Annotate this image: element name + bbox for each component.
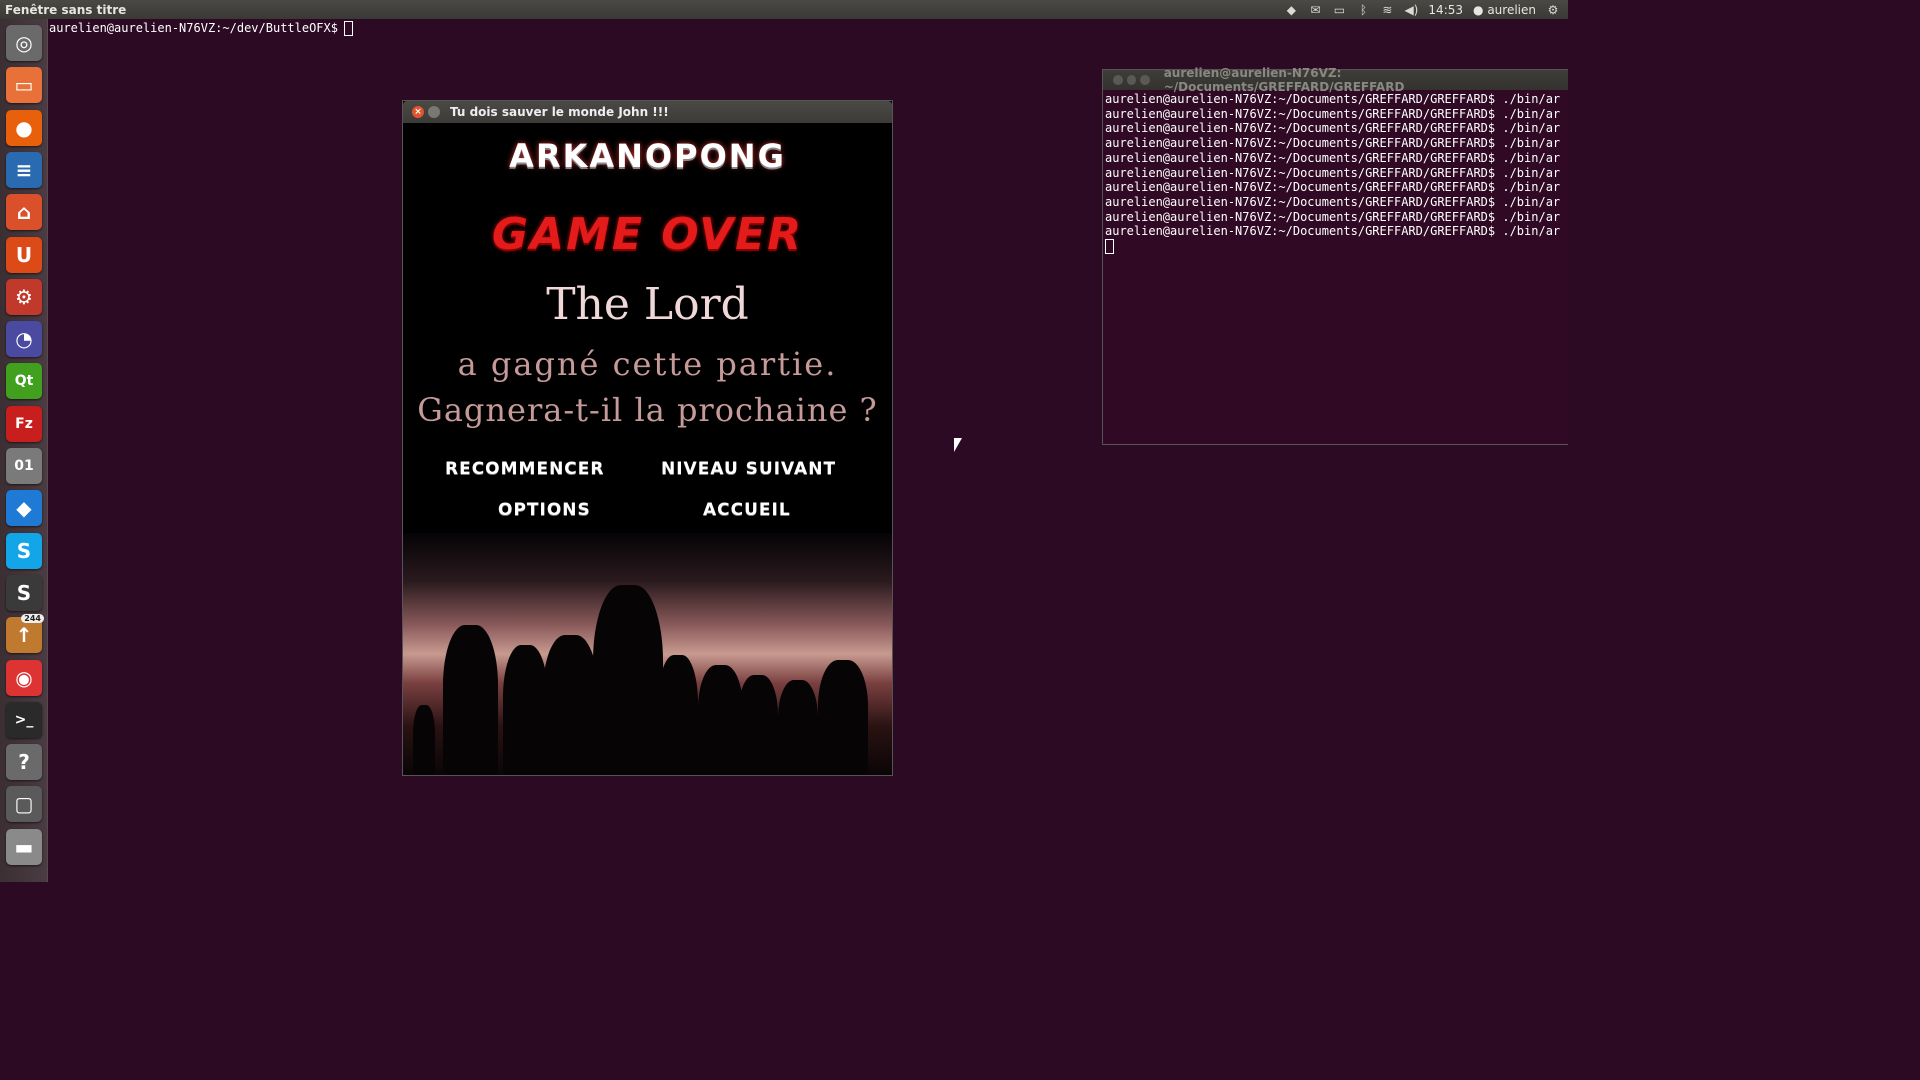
terminal-line: aurelien@aurelien-N76VZ:~/Documents/GREF…	[1105, 180, 1561, 195]
winner-name: The Lord	[546, 279, 749, 330]
help-icon[interactable]: ?	[6, 744, 42, 781]
dropbox-icon[interactable]: ◆	[6, 490, 42, 527]
user-name: aurelien	[1487, 2, 1536, 17]
bluetooth-icon[interactable]: ᛒ	[1356, 3, 1370, 17]
system-settings-icon[interactable]: ⚙	[6, 278, 42, 315]
next-level-button[interactable]: NIVEAU SUIVANT	[661, 459, 836, 479]
terminal-line: aurelien@aurelien-N76VZ:~/Documents/GREF…	[1105, 136, 1561, 151]
terminal-cursor	[1105, 239, 1114, 255]
qt-creator-icon[interactable]: Qt	[6, 363, 42, 400]
user-icon: ●	[1473, 2, 1484, 17]
mouse-cursor-icon	[954, 438, 962, 452]
chrome-icon[interactable]: ◉	[6, 659, 42, 696]
terminal-line: aurelien@aurelien-N76VZ:~/Documents/GREF…	[1105, 224, 1561, 239]
terminal-icon[interactable]: >_	[6, 701, 42, 738]
figure-silhouette	[503, 645, 548, 775]
firefox-icon[interactable]: ●	[6, 109, 42, 146]
launcher: ◎ ▭ ● ≡ ⌂ U ⚙ ◔ Qt Fz 01 ◆ S S ↑ 244 ◉ >_? ▢ ▬	[0, 19, 48, 882]
terminal-line: aurelien@aurelien-N76VZ:~/Documents/GREF…	[1105, 121, 1561, 136]
wifi-icon[interactable]: ≋	[1380, 3, 1394, 17]
sublime-icon[interactable]: S	[6, 574, 42, 611]
gear-icon[interactable]: ⚙	[1546, 3, 1560, 17]
restart-button[interactable]: RECOMMENCER	[445, 459, 604, 479]
question-message: Gagnera-t-il la prochaine ?	[417, 391, 878, 429]
terminal-line: aurelien@aurelien-N76VZ:~/Documents/GREF…	[1105, 165, 1561, 180]
figure-silhouette	[818, 660, 868, 775]
update-count-badge: 244	[21, 614, 44, 624]
result-message: a gagné cette partie.	[457, 345, 838, 383]
update-manager-icon[interactable]: ↑ 244	[6, 614, 44, 654]
background-terminal-prompt[interactable]: aurelien@aurelien-N76VZ:~/dev/ButtleOFX$	[49, 21, 353, 36]
binary-icon[interactable]: 01	[6, 448, 42, 484]
terminal-line: aurelien@aurelien-N76VZ:~/Documents/GREF…	[1105, 209, 1561, 224]
dash-home-icon[interactable]: ◎	[6, 25, 42, 61]
volume-icon[interactable]: ◀)	[1404, 3, 1418, 17]
workspace-icon[interactable]: ▢	[6, 786, 42, 823]
software-center-icon[interactable]: ⌂	[6, 194, 42, 231]
game-content: ARKANOPONG GAME OVER The Lord a gagné ce…	[403, 123, 892, 775]
indicator-area: ◆ ✉ ▭ ᛒ ≋ ◀) 14:53 ● aurelien ⚙	[1284, 3, 1568, 17]
figure-silhouette	[413, 705, 435, 775]
figure-silhouette	[658, 655, 698, 775]
terminal-line: aurelien@aurelien-N76VZ:~/Documents/GREF…	[1105, 92, 1561, 106]
terminal-line: aurelien@aurelien-N76VZ:~/Documents/GREF…	[1105, 194, 1561, 209]
close-icon[interactable]	[1113, 75, 1123, 85]
prompt-text: aurelien@aurelien-N76VZ:~/dev/ButtleOFX$	[49, 21, 338, 35]
figure-silhouette	[778, 680, 818, 775]
game-over-heading: GAME OVER	[491, 209, 804, 260]
home-button[interactable]: ACCUEIL	[703, 500, 791, 520]
terminal-line: aurelien@aurelien-N76VZ:~/Documents/GREF…	[1105, 150, 1561, 165]
drive-icon[interactable]: ▬	[6, 828, 42, 865]
ubuntu-one-icon[interactable]: U	[6, 236, 42, 273]
window-title: Fenêtre sans titre	[5, 2, 127, 17]
terminal-output[interactable]: aurelien@aurelien-N76VZ:~/Documents/GREF…	[1103, 90, 1568, 255]
minimize-icon[interactable]	[428, 106, 440, 118]
terminal-window[interactable]: aurelien@aurelien-N76VZ: ~/Documents/GRE…	[1102, 66, 1568, 445]
maximize-icon[interactable]	[1140, 75, 1150, 85]
filezilla-icon[interactable]: Fz	[6, 405, 42, 442]
terminal-title: aurelien@aurelien-N76VZ: ~/Documents/GRE…	[1163, 66, 1405, 94]
battery-icon[interactable]: ▭	[1332, 3, 1346, 17]
game-window-title: Tu dois sauver le monde John !!!	[450, 105, 669, 119]
game-logo: ARKANOPONG	[509, 137, 786, 175]
clock[interactable]: 14:53	[1428, 3, 1463, 17]
user-menu[interactable]: ● aurelien	[1473, 3, 1536, 17]
minimize-icon[interactable]	[1126, 75, 1137, 85]
disk-usage-icon[interactable]: ◔	[6, 321, 42, 358]
mail-icon[interactable]: ✉	[1308, 3, 1322, 17]
game-window-titlebar[interactable]: × Tu dois sauver le monde John !!!	[403, 101, 892, 123]
terminal-cursor	[343, 21, 353, 36]
dropbox-icon[interactable]: ◆	[1284, 3, 1298, 17]
terminal-titlebar[interactable]: aurelien@aurelien-N76VZ: ~/Documents/GRE…	[1103, 66, 1568, 94]
figure-silhouette	[543, 635, 598, 775]
writer-icon[interactable]: ≡	[6, 151, 42, 188]
figure-silhouette	[738, 675, 778, 775]
game-window[interactable]: × Tu dois sauver le monde John !!! ARKAN…	[402, 100, 893, 776]
poster-image	[403, 533, 892, 775]
skype-icon[interactable]: S	[6, 532, 42, 569]
options-button[interactable]: OPTIONS	[498, 500, 591, 520]
top-panel: Fenêtre sans titre ◆ ✉ ▭ ᛒ ≋ ◀) 14:53 ● …	[0, 0, 1568, 19]
figure-silhouette	[593, 585, 663, 775]
figure-silhouette	[698, 665, 743, 775]
files-icon[interactable]: ▭	[6, 67, 42, 104]
close-icon[interactable]: ×	[412, 106, 424, 118]
figure-silhouette	[443, 625, 498, 775]
terminal-line: aurelien@aurelien-N76VZ:~/Documents/GREF…	[1105, 106, 1561, 121]
